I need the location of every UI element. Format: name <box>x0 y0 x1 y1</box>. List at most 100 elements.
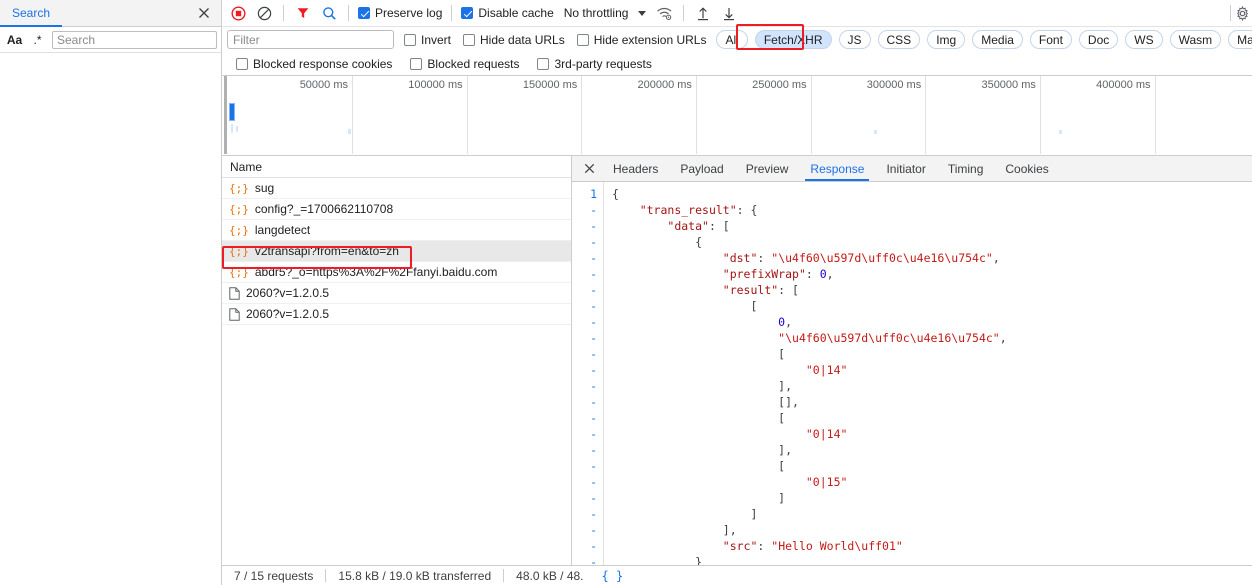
regex-icon[interactable]: .* <box>29 31 46 49</box>
tab-initiator[interactable]: Initiator <box>875 156 936 181</box>
close-icon[interactable] <box>576 156 602 181</box>
network-toolbar: Preserve log Disable cache No throttling <box>222 0 1252 27</box>
gear-icon[interactable] <box>1232 3 1252 23</box>
third-party-requests-checkbox[interactable]: 3rd-party requests <box>535 57 653 71</box>
line-number-gutter: 1------------------------ <box>572 182 604 565</box>
request-name: 2060?v=1.2.0.5 <box>246 286 330 300</box>
overview-tick-label: 150000 ms <box>522 79 578 91</box>
filter-pill-manifest[interactable]: Manifest <box>1228 30 1252 49</box>
table-row[interactable]: 2060?v=1.2.0.5 <box>222 283 571 304</box>
line-number: - <box>590 427 597 441</box>
hide-extension-urls-checkbox[interactable]: Hide extension URLs <box>575 33 709 47</box>
code-token-pun: ] <box>612 491 786 505</box>
response-viewer[interactable]: 1------------------------ { "trans_resul… <box>572 182 1252 565</box>
overview-gridline <box>466 76 468 154</box>
line-number: - <box>590 283 597 297</box>
response-json-content: { "trans_result": { "data": [ { "dst": "… <box>604 182 1252 565</box>
line-number: - <box>590 203 597 217</box>
code-token-pun: } <box>612 555 703 565</box>
code-line: "result": [ <box>612 282 1252 298</box>
match-case-icon[interactable]: Aa <box>6 31 23 49</box>
filter-pill-label: Manifest <box>1237 32 1252 47</box>
search-input[interactable] <box>52 30 217 49</box>
filter-pill-doc[interactable]: Doc <box>1078 30 1119 49</box>
search-icon[interactable] <box>317 2 341 24</box>
filter-input[interactable] <box>227 30 394 49</box>
filter-funnel-icon[interactable] <box>291 2 315 24</box>
tab-headers[interactable]: Headers <box>602 156 669 181</box>
invert-checkbox-box <box>404 33 416 46</box>
import-har-icon[interactable] <box>691 2 715 24</box>
code-line: 0, <box>612 314 1252 330</box>
tab-cookies[interactable]: Cookies <box>994 156 1059 181</box>
third-party-requests-checkbox-box <box>537 57 550 70</box>
filter-pill-font[interactable]: Font <box>1029 30 1072 49</box>
request-list-column-header[interactable]: Name <box>222 156 571 178</box>
table-row[interactable]: 2060?v=1.2.0.5 <box>222 304 571 325</box>
table-row[interactable]: {;} abdr5?_o=https%3A%2F%2Ffanyi.baidu.co… <box>222 262 571 283</box>
tab-timing[interactable]: Timing <box>937 156 995 181</box>
hide-data-urls-checkbox[interactable]: Hide data URLs <box>461 33 567 47</box>
code-line: "trans_result": { <box>612 202 1252 218</box>
code-line: "dst": "\u4f60\u597d\uff0c\u4e16\u754c", <box>612 250 1252 266</box>
close-icon[interactable] <box>193 0 215 26</box>
toolbar-divider <box>283 5 284 21</box>
invert-checkbox[interactable]: Invert <box>402 33 453 47</box>
table-row[interactable]: {;} v2transapi?from=en&to=zh <box>222 241 571 262</box>
overview-left-handle[interactable] <box>224 76 227 154</box>
code-line: { <box>612 234 1252 250</box>
table-row[interactable]: {;} sug <box>222 178 571 199</box>
line-number: 1 <box>590 187 597 201</box>
tab-label: Cookies <box>1005 161 1049 176</box>
filter-pill-wasm[interactable]: Wasm <box>1169 30 1222 49</box>
search-panel: Search Aa .* <box>0 0 261 585</box>
code-token-pun: : <box>805 267 820 281</box>
overview-request-bar <box>231 124 233 133</box>
network-conditions-wifi-icon[interactable] <box>652 2 676 24</box>
tab-label: Headers <box>613 161 659 176</box>
filter-pill-fetch-xhr[interactable]: Fetch/XHR <box>754 30 832 49</box>
preserve-log-label: Preserve log <box>375 6 443 20</box>
tab-preview[interactable]: Preview <box>735 156 800 181</box>
clear-icon[interactable] <box>252 2 276 24</box>
filter-pill-css[interactable]: CSS <box>877 30 921 49</box>
tab-payload[interactable]: Payload <box>669 156 734 181</box>
code-token-pun <box>612 315 778 329</box>
blocked-response-cookies-label: Blocked response cookies <box>253 56 393 71</box>
code-line: [ <box>612 298 1252 314</box>
network-overview-timeline[interactable]: 50000 ms 100000 ms 150000 ms 200000 ms 25000… <box>222 76 1252 156</box>
pretty-print-braces-icon[interactable]: { } <box>602 569 624 583</box>
filter-pill-label: CSS <box>886 32 912 47</box>
preserve-log-checkbox[interactable]: Preserve log <box>356 6 444 20</box>
code-token-pun: ], <box>612 523 737 537</box>
filter-pill-media[interactable]: Media <box>972 30 1023 49</box>
filter-pill-all[interactable]: All <box>716 30 748 49</box>
code-token-pun <box>612 475 806 489</box>
table-row[interactable]: {;} langdetect <box>222 220 571 241</box>
filter-pill-img[interactable]: Img <box>927 30 966 49</box>
tab-search[interactable]: Search <box>0 0 63 27</box>
blocked-requests-checkbox[interactable]: Blocked requests <box>408 57 521 71</box>
line-number: - <box>590 315 597 329</box>
filter-pill-label: Wasm <box>1178 32 1213 47</box>
record-stop-icon[interactable] <box>226 2 250 24</box>
regex-label: .* <box>33 32 42 47</box>
throttling-dropdown[interactable]: No throttling <box>564 6 647 20</box>
line-number: - <box>590 491 597 505</box>
chevron-down-icon <box>638 10 647 16</box>
tab-response[interactable]: Response <box>799 156 875 181</box>
code-line: { <box>612 186 1252 202</box>
code-token-key: "data" <box>667 219 709 233</box>
filter-pill-label: JS <box>847 32 862 47</box>
search-toolbar: Aa .* <box>0 27 261 53</box>
disable-cache-checkbox-box <box>461 7 474 19</box>
blocked-response-cookies-checkbox[interactable]: Blocked response cookies <box>234 57 394 71</box>
overview-tick-label: 200000 ms <box>637 79 692 91</box>
export-har-icon[interactable] <box>717 2 741 24</box>
disable-cache-checkbox[interactable]: Disable cache <box>459 6 555 20</box>
table-row[interactable]: {;} config?_=1700662110708 <box>222 199 571 220</box>
filter-bar-secondary: Blocked response cookies Blocked request… <box>222 52 1252 76</box>
filter-pill-ws[interactable]: WS <box>1125 30 1163 49</box>
line-number: - <box>590 379 597 393</box>
filter-pill-js[interactable]: JS <box>838 30 871 49</box>
